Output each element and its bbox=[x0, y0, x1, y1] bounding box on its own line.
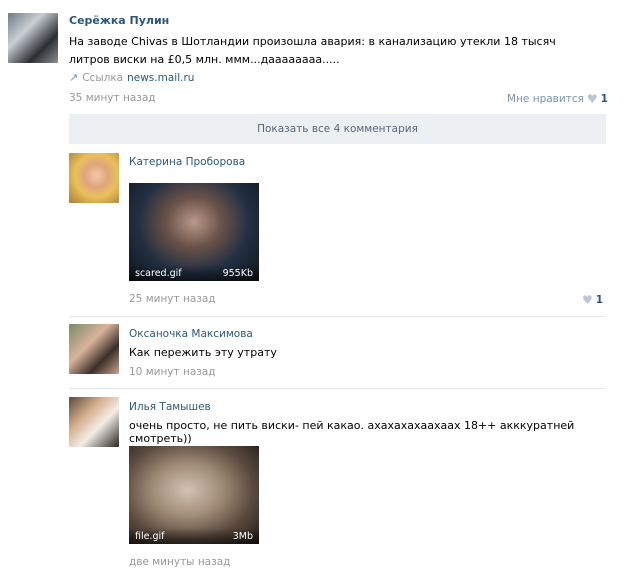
gif-size: 955Kb bbox=[222, 267, 253, 279]
post-author-name[interactable]: Серёжка Пулин bbox=[69, 14, 169, 27]
like-label: Мне нравится bbox=[507, 93, 584, 105]
like-count: 1 bbox=[600, 93, 608, 105]
post-text: На заводе Chivas в Шотландии произошла а… bbox=[69, 35, 556, 66]
gif-attachment[interactable]: file.gif 3Mb bbox=[129, 446, 259, 544]
gif-caption: scared.gif 955Kb bbox=[129, 265, 259, 281]
link-arrow-icon: ↗ bbox=[69, 71, 79, 84]
gif-filename: file.gif bbox=[135, 530, 165, 542]
link-domain[interactable]: news.mail.ru bbox=[127, 72, 194, 84]
link-label: Ссылка bbox=[82, 71, 124, 84]
gif-attachment[interactable]: scared.gif 955Kb bbox=[129, 183, 259, 281]
gif-caption: file.gif 3Mb bbox=[129, 528, 259, 544]
comment-timestamp[interactable]: две минуты назад bbox=[129, 556, 230, 568]
show-all-comments-button[interactable]: Показать все 4 комментария bbox=[69, 114, 606, 144]
post-like-button[interactable]: Мне нравится ♥ 1 bbox=[507, 92, 608, 106]
comment-author-name[interactable]: Оксаночка Максимова bbox=[129, 328, 253, 340]
post-timestamp[interactable]: 35 минут назад bbox=[69, 92, 156, 104]
gif-size: 3Mb bbox=[232, 530, 253, 542]
comment-avatar[interactable] bbox=[69, 397, 119, 447]
like-count: 1 bbox=[595, 294, 604, 306]
post-author-avatar[interactable] bbox=[8, 13, 58, 63]
comment-timestamp[interactable]: 10 минут назад bbox=[129, 366, 216, 378]
comment-author-name[interactable]: Илья Тамышев bbox=[129, 401, 211, 413]
comment-text: очень просто, не пить виски- пей какао. … bbox=[129, 419, 575, 445]
heart-icon: ♥ bbox=[582, 293, 593, 307]
comment-divider bbox=[69, 316, 606, 317]
comment-author-name[interactable]: Катерина Проборова bbox=[129, 156, 245, 168]
heart-icon: ♥ bbox=[586, 92, 598, 106]
comment-text: Как пережить эту утрату bbox=[129, 346, 277, 359]
comment-avatar[interactable] bbox=[69, 153, 119, 203]
gif-filename: scared.gif bbox=[135, 267, 182, 279]
comment-timestamp[interactable]: 25 минут назад bbox=[129, 293, 216, 305]
comment-like-button[interactable]: ♥ 1 bbox=[582, 293, 603, 307]
post-link[interactable]: ↗ Ссылка news.mail.ru bbox=[69, 71, 194, 84]
comment-avatar[interactable] bbox=[69, 324, 119, 374]
comment-divider bbox=[69, 388, 606, 389]
